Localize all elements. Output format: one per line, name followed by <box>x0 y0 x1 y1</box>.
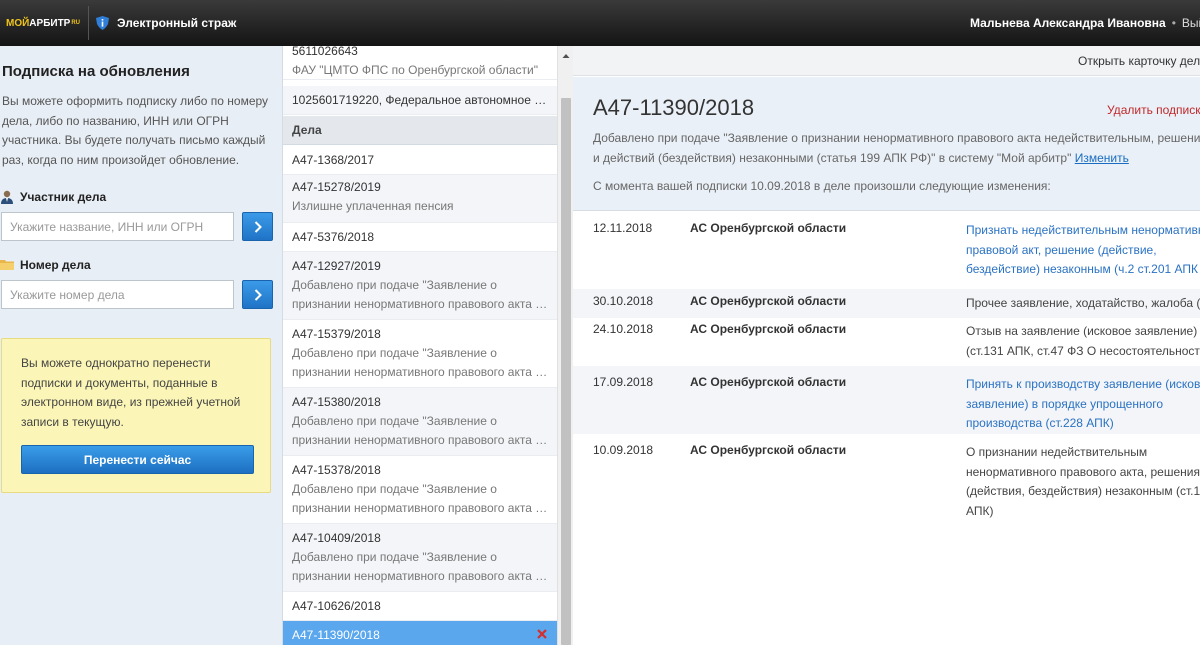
chevron-right-icon <box>254 220 262 233</box>
participant-item[interactable]: 1025601719220, Федеральное автономное у.… <box>283 86 557 115</box>
shield-icon <box>96 16 109 30</box>
scroll-up-icon[interactable] <box>558 50 574 62</box>
subscription-since-text: С момента вашей подписки 10.09.2018 в де… <box>593 179 1051 193</box>
logo[interactable]: МОЙ АРБИТР RU <box>0 0 88 46</box>
case-number-label: Номер дела <box>0 258 91 272</box>
user-area: Мальнева Александра Ивановна • Вый <box>970 0 1200 46</box>
change-link[interactable]: Изменить <box>1075 151 1129 165</box>
subscriptions-list: 5611026643 ФАУ "ЦМТО ФПС по Оренбургской… <box>283 46 557 645</box>
case-item-selected[interactable]: А47-11390/2018 <box>283 621 557 645</box>
subscription-title: Подписка на обновления <box>2 63 190 80</box>
user-name[interactable]: Мальнева Александра Ивановна <box>970 16 1166 30</box>
transfer-now-button[interactable]: Перенести сейчас <box>21 445 254 474</box>
detail-toolbar: Открыть карточку дела <box>573 46 1200 76</box>
topbar-divider <box>88 6 89 40</box>
case-item[interactable]: А47-1368/2017 <box>283 146 557 175</box>
case-search-button[interactable] <box>242 280 273 309</box>
event-row: 24.10.2018 АС Оренбургской области Отзыв… <box>593 322 1200 358</box>
delete-subscription-link[interactable]: Удалить подписку <box>1107 103 1200 117</box>
case-item[interactable]: А47-10409/2018 Добавлено при подаче "Зая… <box>283 524 557 592</box>
list-scrollbar[interactable] <box>557 46 573 645</box>
case-number-input[interactable] <box>1 280 234 309</box>
event-row: 12.11.2018 АС Оренбургской области Призн… <box>573 212 1200 289</box>
user-separator: • <box>1171 16 1176 30</box>
cases-header: Дела <box>283 116 557 145</box>
case-item[interactable]: А47-15378/2018 Добавлено при подаче "Зая… <box>283 456 557 524</box>
subscription-description: Вы можете оформить подписку либо по номе… <box>2 94 269 167</box>
event-row: 10.09.2018 АС Оренбургской области О при… <box>593 443 1200 518</box>
case-item[interactable]: А47-15379/2018 Добавлено при подаче "Зая… <box>283 320 557 388</box>
open-case-card-link[interactable]: Открыть карточку дела <box>1078 54 1200 68</box>
logo-suffix: RU <box>71 20 81 26</box>
folder-icon <box>0 258 14 272</box>
scrollbar-thumb[interactable] <box>561 98 571 645</box>
electronic-guard-link[interactable]: Электронный страж <box>96 0 236 46</box>
person-icon <box>0 190 14 204</box>
event-document-link[interactable]: Признать недействительным ненормативный … <box>966 221 1200 280</box>
case-header: А47-11390/2018 Удалить подписку Добавлен… <box>573 77 1200 211</box>
subscription-panel: Подписка на обновления Вы можете оформит… <box>0 46 283 645</box>
case-added-text: Добавлено при подаче "Заявление о призна… <box>593 131 1200 165</box>
case-item[interactable]: А47-10626/2018 <box>283 592 557 621</box>
participant-item[interactable]: 5611026643 ФАУ "ЦМТО ФПС по Оренбургской… <box>283 46 557 80</box>
guard-label: Электронный страж <box>117 16 237 30</box>
participant-label: Участник дела <box>0 190 106 204</box>
case-detail-panel: Открыть карточку дела А47-11390/2018 Уда… <box>573 46 1200 645</box>
case-item[interactable]: А47-15380/2018 Добавлено при подаче "Зая… <box>283 388 557 456</box>
event-row: 17.09.2018 АС Оренбургской области Приня… <box>573 366 1200 434</box>
chevron-right-icon <box>254 288 262 301</box>
remove-icon[interactable] <box>537 628 547 639</box>
transfer-note-text: Вы можете однократно перенести подписки … <box>21 356 241 429</box>
event-row: 30.10.2018 АС Оренбургской области Проче… <box>573 289 1200 318</box>
case-number-title: А47-11390/2018 <box>593 95 755 120</box>
participant-search-button[interactable] <box>242 212 273 241</box>
top-bar: МОЙ АРБИТР RU Электронный страж Мальнева А… <box>0 0 1200 46</box>
case-item[interactable]: А47-12927/2019 Добавлено при подаче "Зая… <box>283 252 557 320</box>
case-item[interactable]: А47-5376/2018 <box>283 223 557 252</box>
logout-link[interactable]: Вый <box>1182 16 1200 30</box>
transfer-note: Вы можете однократно перенести подписки … <box>1 338 271 493</box>
participant-search-input[interactable] <box>1 212 234 241</box>
event-document-link[interactable]: Принять к производству заявление (исково… <box>966 375 1200 434</box>
case-item[interactable]: А47-15278/2019 Излишне уплаченная пенсия <box>283 175 557 223</box>
